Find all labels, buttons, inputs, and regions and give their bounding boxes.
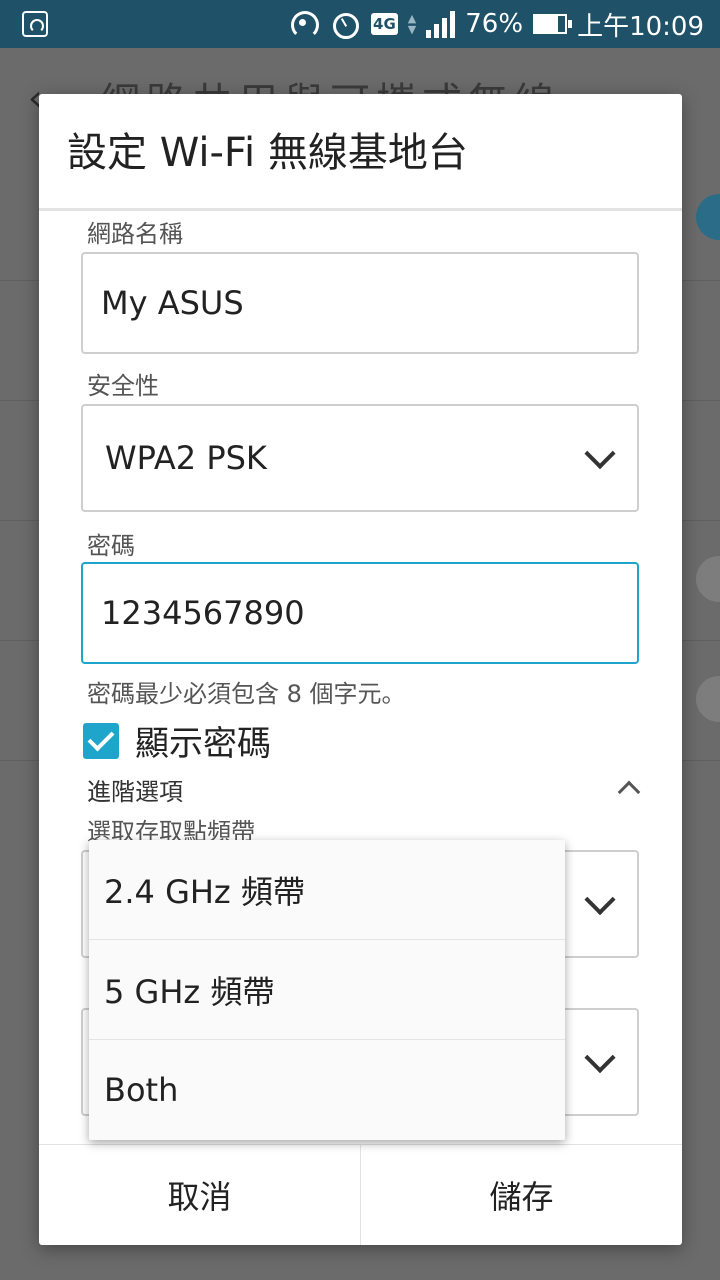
password-hint: 密碼最少必須包含 8 個字元。 (87, 680, 406, 708)
chevron-down-icon (584, 1042, 616, 1074)
band-dropdown-menu: 2.4 GHz 頻帶 5 GHz 頻帶 Both (89, 840, 565, 1140)
signal-strength-icon (426, 10, 456, 38)
cancel-button[interactable]: 取消 (39, 1145, 360, 1245)
password-input[interactable]: 1234567890 (81, 562, 639, 664)
dialog-footer: 取消 儲存 (39, 1144, 682, 1245)
battery-icon (533, 14, 573, 34)
security-label: 安全性 (87, 372, 159, 400)
title-divider (39, 208, 682, 211)
show-password-row[interactable]: 顯示密碼 (83, 716, 271, 765)
background-toggle-icon (696, 676, 720, 722)
chevron-down-icon (584, 438, 616, 470)
advanced-options-toggle[interactable]: 進階選項 (87, 772, 643, 812)
network-name-label: 網路名稱 (87, 220, 183, 248)
dialog-title: 設定 Wi-Fi 無線基地台 (67, 130, 468, 176)
password-value: 1234567890 (101, 594, 305, 632)
chevron-down-icon (584, 884, 616, 916)
show-password-label: 顯示密碼 (135, 724, 271, 764)
background-toggle-icon (696, 556, 720, 602)
advanced-options-label: 進階選項 (87, 778, 183, 806)
password-label: 密碼 (87, 532, 135, 560)
data-activity-icon: ▲ ▼ (407, 12, 417, 36)
band-option-both[interactable]: Both (89, 1040, 565, 1140)
clock: 上午10:09 (577, 11, 704, 42)
hotspot-icon (289, 9, 320, 39)
band-option-5ghz[interactable]: 5 GHz 頻帶 (89, 940, 565, 1040)
show-password-checkbox[interactable] (83, 722, 119, 759)
network-name-value: My ASUS (101, 284, 244, 322)
band-option-2-4ghz[interactable]: 2.4 GHz 頻帶 (89, 840, 565, 940)
network-type-badge: 4G (371, 13, 398, 35)
security-select[interactable]: WPA2 PSK (81, 404, 639, 512)
hotspot-notification-icon (22, 11, 48, 37)
background-toggle-icon (696, 194, 720, 240)
network-name-input[interactable]: My ASUS (81, 252, 639, 354)
security-value: WPA2 PSK (105, 439, 267, 477)
alarm-icon (329, 8, 361, 40)
save-button[interactable]: 儲存 (360, 1145, 682, 1245)
chevron-up-icon (617, 780, 641, 804)
status-bar: 4G ▲ ▼ 76% 上午10:09 (0, 0, 720, 48)
status-icons: 4G ▲ ▼ 76% 上午10:09 (289, 0, 704, 48)
battery-percent: 76% (465, 9, 524, 39)
